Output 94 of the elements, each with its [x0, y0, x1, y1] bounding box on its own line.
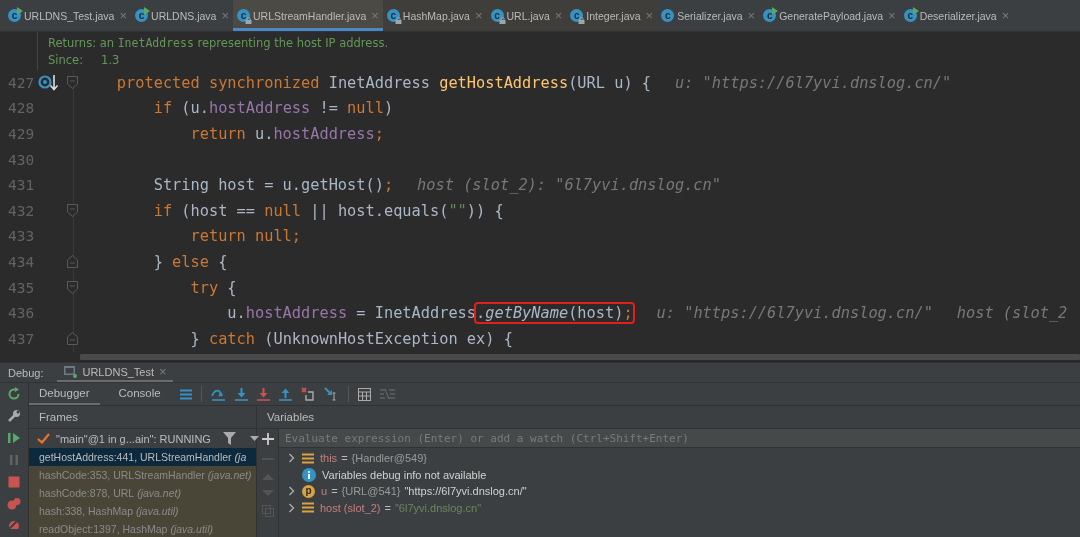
line-number: 429 [7, 126, 36, 142]
variable-entry[interactable]: u = {URL@541} "https://6l7yvi.dnslog.cn/" [321, 485, 527, 498]
console-icon [63, 365, 78, 378]
scrollbar[interactable] [80, 354, 1080, 360]
panel-tab[interactable]: Debugger [29, 383, 100, 405]
inline-value-hint: host (slot_2 [956, 304, 1068, 323]
line-number: 427 [7, 74, 36, 91]
breakpoints-icon[interactable] [7, 497, 21, 511]
code-line: String host = u.getHost(); [152, 176, 394, 195]
fold-marker-icon[interactable] [66, 332, 78, 346]
move-down-icon [261, 489, 274, 497]
code-line: return null; [189, 227, 302, 246]
resume-icon[interactable] [7, 431, 21, 445]
variable-entry[interactable]: this = {Handler@549} [320, 452, 427, 465]
step-into-icon[interactable] [234, 387, 248, 401]
pause-icon[interactable] [7, 453, 21, 467]
line-number: 432 [7, 202, 36, 219]
force-step-into-icon[interactable] [256, 387, 270, 401]
field-icon [302, 452, 314, 464]
parameter-icon: p [302, 484, 315, 498]
expand-icon[interactable] [287, 453, 296, 464]
runnable-class-icon: c [8, 9, 21, 22]
runnable-class-icon: c [135, 9, 149, 22]
runnable-class-icon: c [763, 9, 777, 22]
expand-icon[interactable] [287, 502, 296, 513]
panel-tab[interactable]: Console [108, 383, 171, 405]
caret-icon[interactable] [249, 435, 259, 442]
stack-frame[interactable]: readObject:1397, HashMap (java.util) [29, 520, 256, 537]
move-up-icon [261, 473, 274, 481]
info-message: Variables debug info not available [322, 468, 487, 481]
filter-icon[interactable] [222, 432, 236, 445]
inline-value-hint: u: "https://6l7yvi.dnslog.cn/" [674, 73, 952, 92]
locked-class-icon: c [490, 9, 504, 22]
run-to-cursor-icon[interactable] [323, 387, 339, 401]
stack-frame[interactable]: getHostAddress:441, URLStreamHandler (ja [29, 448, 256, 466]
session-tab[interactable]: URLDNS_Test × [57, 363, 173, 382]
editor-tab[interactable]: c URL.java × [486, 0, 567, 31]
editor-tab[interactable]: c HashMap.java × [382, 0, 487, 31]
line-number: 437 [7, 330, 36, 347]
mute-breakpoints-icon[interactable] [7, 519, 21, 529]
fold-marker-icon[interactable] [66, 204, 78, 218]
line-number: 431 [7, 177, 36, 194]
stack-frame[interactable]: hash:338, HashMap (java.util) [29, 502, 256, 520]
breakpoint-arrow-icon[interactable] [38, 73, 60, 92]
fold-marker-icon[interactable] [66, 281, 78, 295]
expand-icon[interactable] [287, 486, 296, 497]
line-number: 435 [7, 279, 36, 296]
calculator-icon[interactable] [357, 387, 371, 401]
code-line: if (u.hostAddress != null) [152, 99, 394, 118]
check-icon [37, 433, 50, 444]
doc-label: Since: [48, 52, 84, 67]
line-number: 430 [7, 151, 36, 168]
code-line: return u.hostAddress; [189, 125, 384, 143]
editor-tab[interactable]: c URLStreamHandler.java × [233, 0, 383, 31]
editor-tab[interactable]: c Integer.java × [566, 0, 658, 31]
panel-title: Debug: [8, 366, 44, 379]
code-line: } else { [152, 252, 228, 271]
rerun-icon[interactable] [7, 387, 21, 401]
locked-class-icon: c [570, 9, 584, 22]
step-out-icon[interactable] [278, 387, 292, 401]
step-over-icon[interactable] [210, 387, 226, 401]
copy-icon [261, 505, 274, 517]
fold-marker-icon[interactable] [66, 76, 78, 90]
line-number: 434 [7, 253, 36, 270]
thread-selector[interactable]: "main"@1 in g...ain": RUNNING [56, 432, 211, 445]
menu-icon[interactable] [179, 388, 192, 400]
pane-title: Frames [29, 406, 256, 429]
runnable-class-icon: c [903, 9, 917, 22]
stack-frame[interactable]: hashCode:353, URLStreamHandler (java.net) [29, 466, 256, 484]
add-icon[interactable] [261, 433, 274, 445]
variable-entry[interactable]: host (slot_2) = "6l7yvi.dnslog.cn" [320, 501, 482, 514]
line-number: 436 [7, 305, 36, 322]
line-number: 428 [7, 100, 36, 117]
doc-comment-line: Returns: an InetAddress representing the host IP address. [48, 35, 389, 50]
code-line: } catch (UnknownHostException ex) { [189, 329, 513, 348]
line-number: 433 [7, 228, 36, 245]
inline-value-hint: host (slot_2): "6l7yvi.dnslog.cn" [417, 176, 721, 195]
stop-icon[interactable] [7, 475, 21, 489]
fold-marker-icon[interactable] [66, 255, 78, 269]
locked-class-icon: c [237, 9, 250, 22]
stack-frame[interactable]: hashCode:878, URL (java.net) [29, 484, 256, 502]
inline-value-hint: u: "https://6l7yvi.dnslog.cn/" [656, 304, 933, 323]
field-icon [302, 502, 314, 514]
code-line: if (host == null || host.equals("")) { [152, 201, 504, 220]
info-icon [302, 467, 316, 482]
trace-icon [379, 388, 395, 400]
locked-class-icon: c [386, 9, 400, 22]
code-line: try { [189, 278, 237, 297]
class-icon: c [661, 9, 675, 22]
code-line: protected synchronized InetAddress getHostAddress(URL u) { [115, 73, 651, 92]
code-line: u.hostAddress = InetAddress.getByName(host); [226, 304, 633, 323]
drop-frame-icon[interactable] [300, 387, 315, 401]
doc-value: 1.3 [101, 52, 120, 67]
wrench-icon[interactable] [7, 409, 21, 423]
